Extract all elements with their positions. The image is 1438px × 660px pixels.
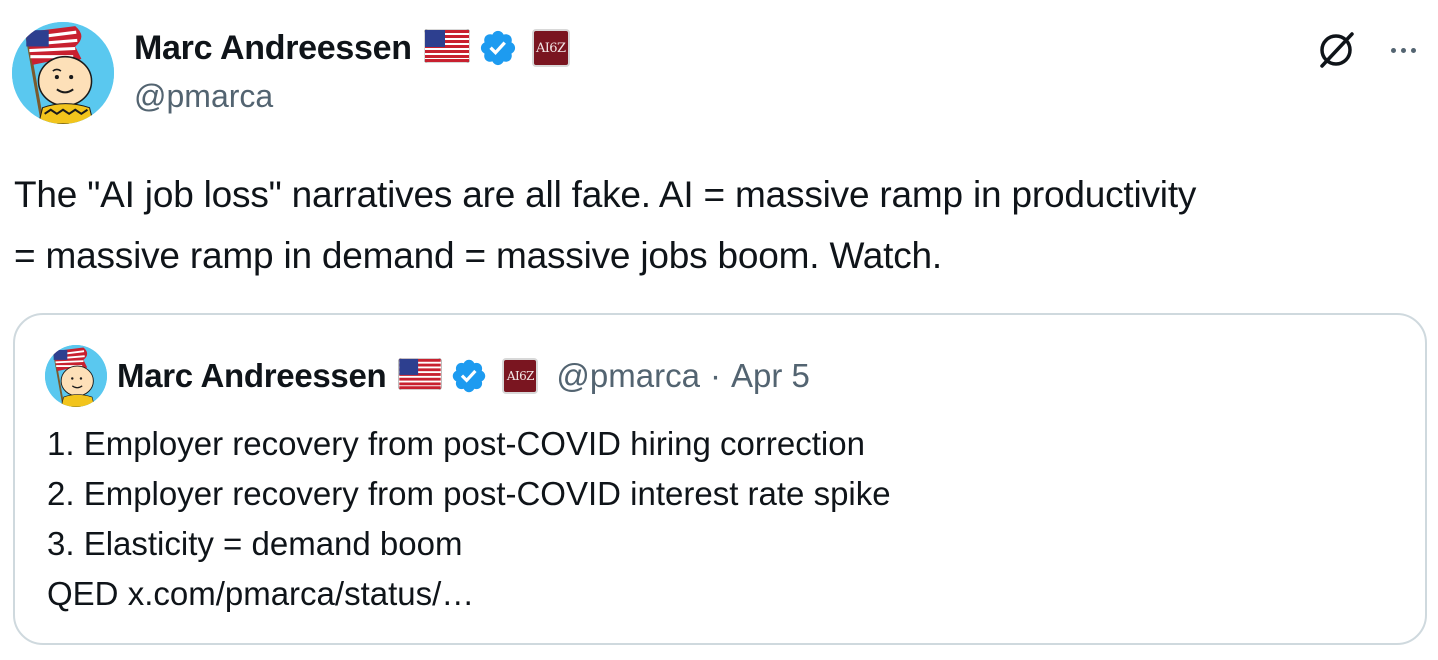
grok-icon[interactable] <box>1314 26 1360 72</box>
a16z-affiliate-icon[interactable]: AI6Z <box>531 29 570 67</box>
affiliate-label: AI6Z <box>535 40 566 56</box>
quoted-link[interactable]: x.com/pmarca/status/… <box>128 575 475 612</box>
dot <box>1410 47 1416 53</box>
quoted-text-line: 2. Employer recovery from post-COVID int… <box>47 475 891 512</box>
author-name-row: Marc Andreessen AI6Z <box>134 26 570 70</box>
tweet-text-line: = massive ramp in demand = massive jobs … <box>14 235 943 276</box>
tweet-text: The "AI job loss" narratives are all fak… <box>14 164 1429 286</box>
more-options-icon[interactable] <box>1380 30 1426 70</box>
quoted-display-name[interactable]: Marc Andreessen <box>117 357 387 395</box>
quoted-handle[interactable]: @pmarca <box>556 357 700 395</box>
quoted-date[interactable]: Apr 5 <box>731 357 810 395</box>
verified-badge-icon[interactable] <box>478 28 518 68</box>
tweet-text-line: The "AI job loss" narratives are all fak… <box>14 174 1197 215</box>
us-flag-icon <box>423 28 471 68</box>
dot <box>1390 47 1396 53</box>
quoted-header-row: Marc Andreessen AI6Z @pmarca · Apr 5 <box>117 355 810 397</box>
author-avatar[interactable] <box>12 22 114 124</box>
affiliate-label: AI6Z <box>506 369 535 383</box>
tweet-card: Marc Andreessen AI6Z @pmarca The "AI job… <box>0 0 1438 660</box>
quoted-author-avatar[interactable] <box>45 345 107 407</box>
quoted-tweet[interactable]: Marc Andreessen AI6Z @pmarca · Apr 5 1. … <box>13 313 1427 645</box>
author-handle[interactable]: @pmarca <box>134 78 273 115</box>
quoted-text-line-last: QED x.com/pmarca/status/… <box>47 569 1407 619</box>
quoted-text: 1. Employer recovery from post-COVID hir… <box>47 419 1407 619</box>
dot <box>1400 47 1406 53</box>
a16z-affiliate-icon[interactable]: AI6Z <box>502 358 539 394</box>
qed-prefix: QED <box>47 575 128 612</box>
quoted-text-line: 3. Elasticity = demand boom <box>47 525 463 562</box>
separator-dot: · <box>709 357 721 394</box>
avatar-image <box>45 345 107 407</box>
quoted-text-line: 1. Employer recovery from post-COVID hir… <box>47 425 865 462</box>
us-flag-icon <box>398 357 443 395</box>
author-display-name[interactable]: Marc Andreessen <box>134 29 412 68</box>
verified-badge-icon[interactable] <box>450 357 488 395</box>
avatar-image <box>12 22 114 124</box>
